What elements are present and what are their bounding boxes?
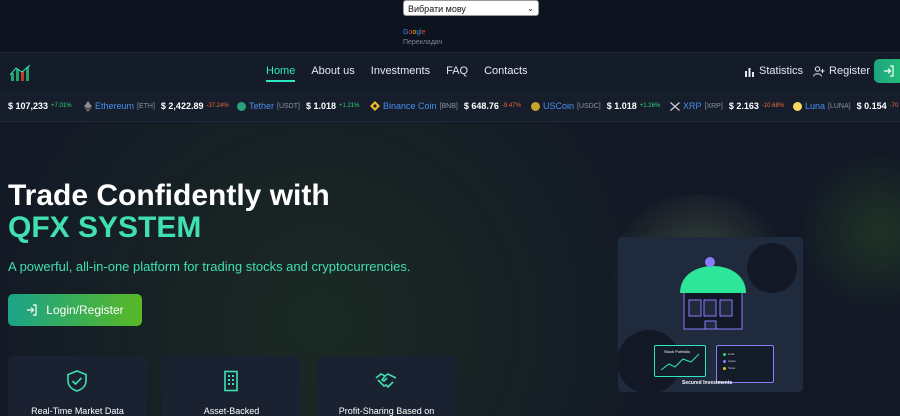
hero-title-brand: QFX SYSTEM xyxy=(8,211,202,244)
ticker-name: XRP xyxy=(683,101,702,111)
illustration-caption: Secured Investments xyxy=(682,380,733,386)
user-plus-icon xyxy=(813,65,825,77)
feature-label: Real-Time Market Data xyxy=(31,406,124,416)
nav-home[interactable]: Home xyxy=(266,65,296,82)
login-icon xyxy=(884,65,894,77)
login-button[interactable] xyxy=(874,59,900,83)
ticker-change: +7.01% xyxy=(51,103,72,109)
logo-icon[interactable] xyxy=(10,63,34,83)
register-label: Register xyxy=(829,65,870,77)
nav-actions: Statistics Register xyxy=(744,65,870,77)
login-register-button[interactable]: Login/Register xyxy=(8,294,142,326)
bank-illustration-icon xyxy=(618,243,797,392)
asset-list-card: Gold Apple Tesla xyxy=(716,345,774,383)
nav-about[interactable]: About us xyxy=(311,65,354,82)
ticker-change: -10.68% xyxy=(761,103,785,109)
asset-name: Gold xyxy=(728,352,735,356)
feature-label: Profit-Sharing Based on xyxy=(338,406,435,416)
chevron-down-icon: ⌄ xyxy=(527,4,534,13)
building-icon xyxy=(224,370,238,392)
feature-card: Real-Time Market Data xyxy=(8,356,147,416)
asset-name: Tesla xyxy=(728,366,736,370)
ethereum-icon xyxy=(84,100,92,112)
bar-chart-icon xyxy=(745,67,754,77)
ticker-item[interactable]: Tether [USDT] $ 1.018 +1.21% xyxy=(237,91,360,121)
register-link[interactable]: Register xyxy=(813,65,870,77)
nav-faq[interactable]: FAQ xyxy=(446,65,468,82)
asset-name: Apple xyxy=(728,359,736,363)
ticker-price: $ 1.018 xyxy=(305,101,336,111)
ticker-item[interactable]: $ 107,233 +7.01% xyxy=(8,91,72,121)
ticker-item[interactable]: Binance Coin [BNB] $ 648.76 -9.47% xyxy=(370,91,521,121)
tether-icon xyxy=(237,101,246,111)
nav-contacts[interactable]: Contacts xyxy=(484,65,527,82)
binance-coin-icon xyxy=(370,101,380,111)
feature-label: Asset-Backed xyxy=(203,406,260,416)
google-translate-widget: Google Перекладач xyxy=(403,28,442,48)
ticker-symbol: [LUNA] xyxy=(828,102,851,110)
ticker-item[interactable]: Luna [LUNA] $ 0.154 -70 xyxy=(793,91,898,121)
nav-investments[interactable]: Investments xyxy=(371,65,430,82)
ticker-name: Ethereum xyxy=(95,101,135,111)
ticker-item[interactable]: XRP [XRP] $ 2.163 -10.68% xyxy=(670,91,784,121)
bullet-icon xyxy=(723,352,726,356)
login-icon xyxy=(27,304,37,316)
ticker-price: $ 107,233 xyxy=(8,101,49,111)
ticker-change: +1.21% xyxy=(339,103,360,109)
feature-card: Profit-Sharing Based on xyxy=(317,356,456,416)
ticker-price: $ 1.018 xyxy=(606,101,637,111)
ticker-change: +1.26% xyxy=(639,103,661,109)
investment-illustration: Stock Portfolio Gold Apple Tesla Secured… xyxy=(618,237,803,392)
bullet-icon xyxy=(723,366,726,370)
xrp-icon xyxy=(670,101,680,111)
hero-section: Trade Confidently with QFX SYSTEM A powe… xyxy=(0,122,900,416)
ticker-change: -70 xyxy=(889,103,899,109)
ticker-price: $ 0.154 xyxy=(856,101,887,111)
ticker-name: Luna xyxy=(805,101,826,111)
ticker-item[interactable]: USCoin [USDC] $ 1.018 +1.26% xyxy=(531,91,660,121)
ticker-symbol: [USDT] xyxy=(277,102,300,110)
statistics-link[interactable]: Statistics xyxy=(744,65,803,77)
ticker-price: $ 648.76 xyxy=(463,101,499,111)
language-select-value: Вибрати мову xyxy=(408,4,466,14)
handshake-icon xyxy=(375,373,397,389)
price-ticker: $ 107,233 +7.01% Ethereum [ETH] $ 2,422.… xyxy=(0,91,900,122)
ticker-item[interactable]: Ethereum [ETH] $ 2,422.89 -37.24% xyxy=(84,91,229,121)
hero-title-line1: Trade Confidently with xyxy=(8,179,330,212)
main-navbar: Home About us Investments FAQ Contacts S… xyxy=(0,52,900,91)
shield-check-icon xyxy=(67,370,87,392)
ticker-name: Tether xyxy=(249,101,275,111)
ticker-symbol: [USDC] xyxy=(577,102,601,110)
ticker-price: $ 2.163 xyxy=(728,101,759,111)
stock-portfolio-card: Stock Portfolio xyxy=(654,345,706,377)
asset-list-item: Tesla xyxy=(723,366,735,370)
hero-title: Trade Confidently with QFX SYSTEM xyxy=(8,180,330,244)
uscoin-icon xyxy=(531,101,540,111)
nav-links: Home About us Investments FAQ Contacts xyxy=(266,65,528,82)
luna-icon xyxy=(793,101,802,111)
ticker-change: -9.47% xyxy=(501,103,521,109)
login-register-label: Login/Register xyxy=(46,303,124,317)
ticker-symbol: [BNB] xyxy=(439,102,458,110)
google-brand-letter: e xyxy=(421,29,426,36)
top-bar: Вибрати мову ⌄ Google Перекладач xyxy=(0,0,900,52)
background-glow xyxy=(800,142,900,322)
ticker-symbol: [ETH] xyxy=(137,102,155,110)
ticker-symbol: [XRP] xyxy=(704,102,723,110)
asset-list-item: Apple xyxy=(723,359,736,363)
language-select[interactable]: Вибрати мову ⌄ xyxy=(403,0,539,16)
line-chart-icon xyxy=(660,353,700,371)
bullet-icon xyxy=(723,359,726,363)
feature-card: Asset-Backed xyxy=(162,356,301,416)
ticker-name: Binance Coin xyxy=(383,101,437,111)
translate-label[interactable]: Перекладач xyxy=(403,38,442,48)
hero-subtitle: A powerful, all-in-one platform for trad… xyxy=(8,259,411,274)
ticker-name: USCoin xyxy=(543,101,575,111)
statistics-label: Statistics xyxy=(759,65,804,77)
ticker-price: $ 2,422.89 xyxy=(160,101,204,111)
ticker-change: -37.24% xyxy=(206,103,229,109)
asset-list-item: Gold xyxy=(723,352,734,356)
